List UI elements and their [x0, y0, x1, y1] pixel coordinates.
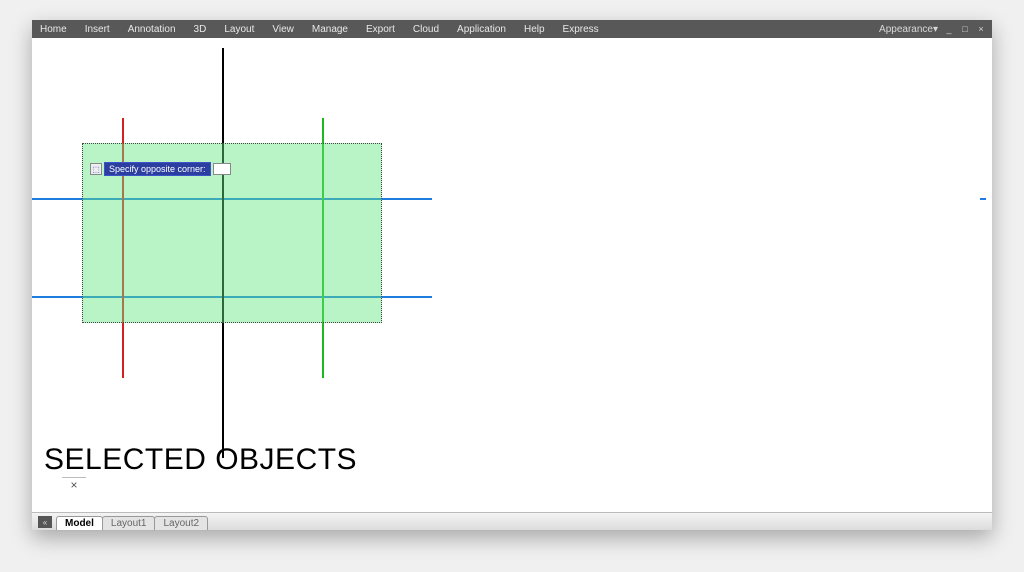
tab-layout2[interactable]: Layout2 [154, 516, 208, 530]
appearance-label-text: Appearance [879, 24, 933, 35]
page-title: SELECTED OBJECTS [44, 443, 357, 477]
menu-application[interactable]: Application [457, 24, 506, 35]
appearance-group: Appearance▾ _ □ × [879, 20, 986, 38]
menu-express[interactable]: Express [563, 24, 599, 35]
menu-3d[interactable]: 3D [194, 24, 207, 35]
statusbar: « Model Layout1 Layout2 [32, 512, 992, 530]
minimize-button[interactable]: _ [944, 24, 954, 34]
chevron-down-icon: ▾ [933, 24, 938, 35]
drawing-canvas[interactable]: ⬚ Specify opposite corner: SELECTED OBJE… [32, 38, 992, 512]
close-mark: × [62, 477, 86, 492]
menubar: Home Insert Annotation 3D Layout View Ma… [32, 20, 992, 38]
menu-manage[interactable]: Manage [312, 24, 348, 35]
horizontal-tick [980, 198, 986, 200]
close-button[interactable]: × [976, 24, 986, 34]
prompt-icon: ⬚ [90, 163, 102, 175]
menu-insert[interactable]: Insert [85, 24, 110, 35]
tab-toggle-icon[interactable]: « [38, 516, 52, 528]
menu-home[interactable]: Home [40, 24, 67, 35]
tab-model[interactable]: Model [56, 516, 103, 530]
menu-help[interactable]: Help [524, 24, 545, 35]
menu-layout[interactable]: Layout [224, 24, 254, 35]
restore-button[interactable]: □ [960, 24, 970, 34]
appearance-dropdown[interactable]: Appearance▾ [879, 24, 938, 35]
tab-layout1[interactable]: Layout1 [102, 516, 156, 530]
prompt-label: Specify opposite corner: [104, 162, 211, 176]
menu-view[interactable]: View [272, 24, 294, 35]
menu-export[interactable]: Export [366, 24, 395, 35]
prompt-input[interactable] [213, 163, 231, 175]
command-prompt: ⬚ Specify opposite corner: [90, 162, 231, 176]
menu-items: Home Insert Annotation 3D Layout View Ma… [40, 24, 599, 35]
menu-cloud[interactable]: Cloud [413, 24, 439, 35]
cad-window: Home Insert Annotation 3D Layout View Ma… [32, 20, 992, 530]
menu-annotation[interactable]: Annotation [128, 24, 176, 35]
